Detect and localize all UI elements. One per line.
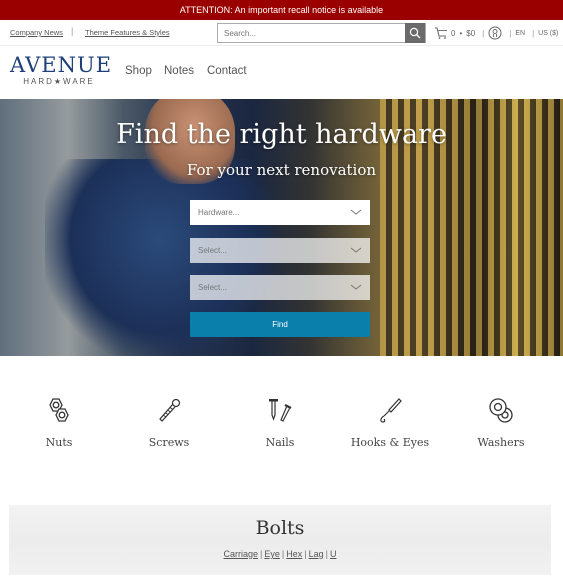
category-label: Washers xyxy=(477,436,525,449)
logo-wordmark: AVENUE xyxy=(10,53,113,77)
cart-total[interactable]: $0 xyxy=(466,29,475,38)
divider: | xyxy=(482,28,485,38)
size-select[interactable]: Select... xyxy=(190,275,370,300)
screw-icon xyxy=(159,398,181,422)
category-hooks-eyes[interactable]: Hooks & Eyes xyxy=(335,396,445,449)
divider: | xyxy=(532,28,535,38)
hardware-select-value: Hardware... xyxy=(198,208,240,217)
search-icon xyxy=(409,27,421,39)
hex-nuts-icon xyxy=(49,398,69,422)
bolt-link-eye[interactable]: Eye xyxy=(264,549,280,559)
language-selector[interactable]: EN xyxy=(515,30,525,37)
hero-subtitle: For your next renovation xyxy=(186,161,377,179)
bolt-link-lag[interactable]: Lag xyxy=(309,549,324,559)
logo[interactable]: AVENUE HARD★WARE xyxy=(10,53,113,87)
search-box xyxy=(217,23,426,43)
search-button[interactable] xyxy=(405,23,425,43)
washers-icon xyxy=(489,398,513,423)
type-select-value: Select... xyxy=(198,246,227,255)
category-label: Nails xyxy=(265,436,295,449)
type-select[interactable]: Select... xyxy=(190,238,370,263)
nav-shop[interactable]: Shop xyxy=(125,65,152,77)
divider: | xyxy=(260,549,263,559)
bolts-links: Carriage | Eye | Hex | Lag | U xyxy=(9,549,551,559)
category-label: Hooks & Eyes xyxy=(350,436,430,449)
search-input[interactable] xyxy=(218,24,406,42)
logo-tagline: HARD★WARE xyxy=(23,77,95,86)
account-area: 0 • $0 | | EN | US ($) xyxy=(434,25,562,41)
divider: | xyxy=(304,549,307,559)
nav-notes[interactable]: Notes xyxy=(164,65,194,77)
category-nuts[interactable]: Nuts xyxy=(4,396,114,449)
chevron-down-icon xyxy=(350,209,362,215)
bolts-title: Bolts xyxy=(255,517,305,539)
utility-bar: Company News | Theme Features & Styles 0… xyxy=(0,20,563,46)
category-label: Screws xyxy=(148,436,190,449)
category-screws[interactable]: Screws xyxy=(114,396,224,449)
cart-icon xyxy=(435,27,447,39)
category-row: Nuts Screws Nails Hooks & Eyes Washers xyxy=(0,356,563,506)
currency-selector[interactable]: US ($) xyxy=(538,30,558,37)
announcement-text[interactable]: ATTENTION: An important recall notice is… xyxy=(180,5,383,15)
category-washers[interactable]: Washers xyxy=(446,396,556,449)
cart-button[interactable] xyxy=(434,26,448,40)
main-header: AVENUE HARD★WARE Shop Notes Contact xyxy=(0,47,563,99)
company-news-link[interactable]: Company News xyxy=(10,28,63,37)
cart-separator: • xyxy=(459,28,463,38)
cart-count[interactable]: 0 xyxy=(451,29,455,38)
bolt-link-hex[interactable]: Hex xyxy=(286,549,302,559)
account-button[interactable] xyxy=(488,26,502,40)
category-label: Nuts xyxy=(45,436,73,449)
divider: | xyxy=(509,28,512,38)
theme-features-link[interactable]: Theme Features & Styles xyxy=(85,28,170,37)
announcement-bar[interactable]: ATTENTION: An important recall notice is… xyxy=(0,0,563,20)
chevron-down-icon xyxy=(350,284,362,290)
find-button[interactable]: Find xyxy=(190,312,370,337)
category-nails[interactable]: Nails xyxy=(225,396,335,449)
user-icon xyxy=(488,26,502,40)
chevron-down-icon xyxy=(350,247,362,253)
nav-contact[interactable]: Contact xyxy=(207,65,247,77)
bolt-link-u[interactable]: U xyxy=(330,549,337,559)
hook-icon xyxy=(380,398,402,423)
hero-banner: Find the right hardware For your next re… xyxy=(0,99,563,356)
divider: | xyxy=(325,549,328,559)
size-select-value: Select... xyxy=(198,283,227,292)
divider: | xyxy=(281,549,285,559)
bolt-link-carriage[interactable]: Carriage xyxy=(224,549,259,559)
hero-title: Find the right hardware xyxy=(116,119,447,150)
nails-icon xyxy=(269,399,292,422)
utility-divider: | xyxy=(71,26,74,36)
bolts-section: Bolts Carriage | Eye | Hex | Lag | U xyxy=(9,505,551,575)
hardware-select[interactable]: Hardware... xyxy=(190,200,370,225)
